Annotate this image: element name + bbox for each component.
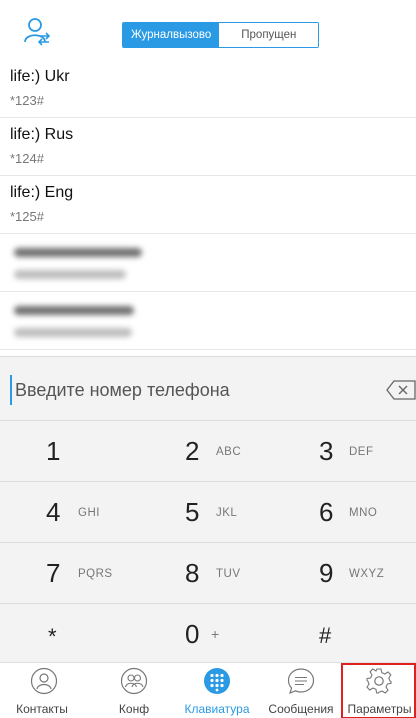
key-2[interactable]: 2 ABC (138, 421, 276, 482)
key-digit: 0 (185, 619, 200, 649)
redacted-name (14, 306, 134, 315)
redacted-name (14, 248, 142, 257)
key-letters: TUV (216, 568, 241, 580)
key-digit: 2 (185, 436, 200, 466)
phone-number-input[interactable] (10, 375, 360, 405)
keypad-icon (204, 668, 230, 694)
key-digit: * (48, 624, 57, 649)
key-digit: 5 (185, 497, 200, 527)
key-9[interactable]: 9 WXYZ (276, 543, 414, 604)
keypad: 1 2 ABC 3 DEF 4 GHI 5 JKL 6 MNO 7 PQRS 8… (0, 421, 416, 665)
tab-missed[interactable]: Пропущен (219, 23, 319, 47)
key-digit: 4 (46, 497, 61, 527)
call-log-item-redacted[interactable] (0, 292, 416, 350)
key-letters: GHI (78, 507, 100, 519)
call-log-number: *123# (10, 93, 44, 108)
key-digit: 6 (319, 497, 334, 527)
nav-label: Контакты (16, 702, 68, 716)
key-digit: 8 (185, 558, 200, 588)
key-letters: WXYZ (349, 568, 385, 580)
key-digit: 9 (319, 558, 334, 588)
keypad-row: * 0 + # (0, 604, 416, 665)
messages-icon (287, 668, 315, 695)
key-digit: # (319, 623, 332, 648)
nav-label: Сообщения (268, 702, 334, 716)
phone-input-row (0, 357, 416, 421)
call-log-item[interactable]: life:) Rus *124# (0, 118, 416, 176)
key-1[interactable]: 1 (0, 421, 138, 482)
settings-highlight-box (341, 663, 416, 718)
key-digit: 1 (46, 436, 61, 466)
call-log-item[interactable]: life:) Eng *125# (0, 176, 416, 234)
call-log-number: *124# (10, 151, 44, 166)
key-0[interactable]: 0 + (138, 604, 276, 665)
redacted-number (14, 328, 132, 337)
keypad-row: 4 GHI 5 JKL 6 MNO (0, 482, 416, 543)
key-4[interactable]: 4 GHI (0, 482, 138, 543)
key-hash[interactable]: # (276, 604, 414, 665)
tab-call-log[interactable]: Журналвызово (123, 23, 220, 47)
bottom-nav: Контакты Конф Клавиатура Сообщения Парам… (0, 662, 416, 718)
nav-contacts[interactable]: Контакты (0, 663, 84, 718)
key-8[interactable]: 8 TUV (138, 543, 276, 604)
nav-conference[interactable]: Конф (94, 663, 174, 718)
key-letters: PQRS (78, 568, 113, 580)
contacts-icon (30, 667, 58, 695)
keypad-row: 1 2 ABC 3 DEF (0, 421, 416, 482)
key-letters: ABC (216, 446, 242, 458)
call-log-tabs: Журналвызово Пропущен (122, 22, 320, 48)
keypad-row: 7 PQRS 8 TUV 9 WXYZ (0, 543, 416, 604)
call-log-item-redacted[interactable] (0, 234, 416, 292)
nav-keypad[interactable]: Клавиатура (174, 663, 260, 718)
key-letters: JKL (216, 507, 238, 519)
key-letters: DEF (349, 446, 374, 458)
nav-label: Конф (118, 702, 150, 716)
contacts-swap-icon[interactable] (22, 16, 52, 46)
call-log-name: life:) Ukr (10, 68, 70, 85)
key-star[interactable]: * (0, 604, 138, 665)
key-digit: 3 (319, 436, 334, 466)
backspace-icon[interactable] (386, 380, 416, 400)
key-letters: + (211, 626, 220, 642)
key-7[interactable]: 7 PQRS (0, 543, 138, 604)
nav-label: Клавиатура (184, 702, 250, 716)
call-log-number: *125# (10, 209, 44, 224)
key-6[interactable]: 6 MNO (276, 482, 414, 543)
key-digit: 7 (46, 558, 61, 588)
key-letters: MNO (349, 507, 378, 519)
dialpad: 1 2 ABC 3 DEF 4 GHI 5 JKL 6 MNO (0, 356, 416, 662)
call-log-item[interactable]: life:) Ukr *123# (0, 60, 416, 118)
call-log-name: life:) Eng (10, 184, 74, 201)
key-3[interactable]: 3 DEF (276, 421, 414, 482)
redacted-number (14, 270, 126, 279)
nav-messages[interactable]: Сообщения (260, 663, 342, 718)
call-log-list: life:) Ukr *123# life:) Rus *124# life:)… (0, 60, 416, 350)
top-bar: Журналвызово Пропущен (0, 0, 416, 60)
call-log-name: life:) Rus (10, 126, 74, 143)
conference-icon (120, 667, 148, 695)
key-5[interactable]: 5 JKL (138, 482, 276, 543)
